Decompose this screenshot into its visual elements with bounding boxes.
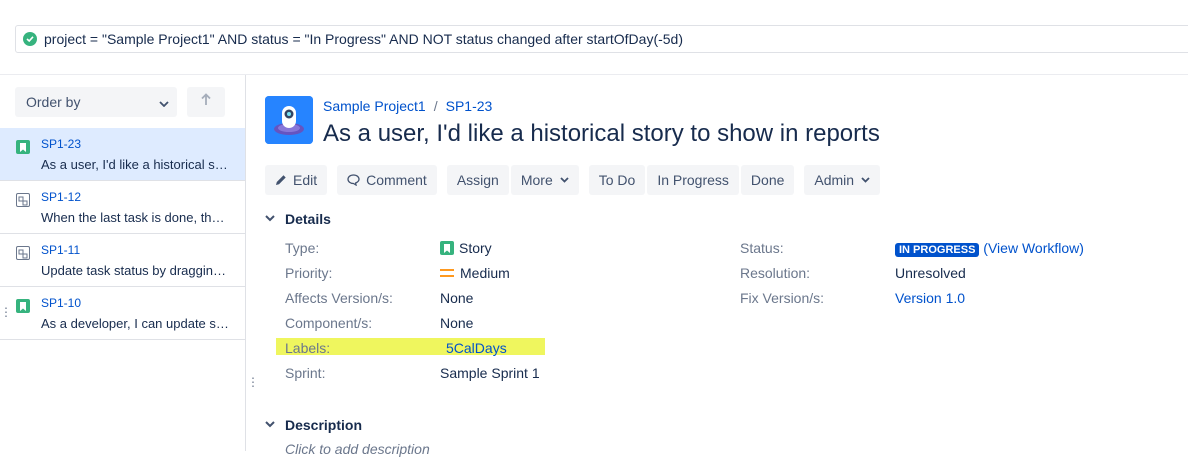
component-label: Component/s: [285,315,373,331]
valid-check-icon [23,32,37,46]
fix-version-link[interactable]: Version 1.0 [895,290,965,306]
panel-divider [245,75,246,451]
issue-key-link[interactable]: SP1-10 [41,296,81,310]
sprint-value: Sample Sprint 1 [440,365,540,381]
story-icon [16,299,30,313]
in-progress-transition-button[interactable]: In Progress [647,165,739,195]
admin-button[interactable]: Admin [804,165,881,195]
edit-button[interactable]: Edit [265,165,328,195]
list-item[interactable]: SP1-23 As a user, I'd like a historical … [0,128,245,181]
affects-version-label: Affects Version/s: [285,290,393,306]
page-title[interactable]: As a user, I'd like a historical story t… [323,120,880,148]
breadcrumb-separator: / [433,98,438,114]
issue-summary: As a user, I'd like a historical story t… [41,157,231,172]
issue-summary: As a developer, I can update story and t… [41,316,231,331]
status-value: IN PROGRESS (View Workflow) [895,240,1084,257]
type-label: Type: [285,240,320,256]
sort-direction-button[interactable] [187,87,225,117]
breadcrumb: Sample Project1 / SP1-23 [323,98,492,114]
type-value-text: Story [459,240,492,256]
project-avatar[interactable] [265,96,313,144]
status-label: Status: [740,240,784,256]
sprint-label: Sprint: [285,365,326,381]
chevron-down-icon [560,177,569,183]
comment-button[interactable]: Comment [337,165,437,195]
issue-key-link[interactable]: SP1-12 [41,190,81,204]
subtask-icon [16,246,30,260]
issue-key-link[interactable]: SP1-23 [41,137,81,151]
done-transition-button[interactable]: Done [740,165,795,195]
view-workflow-link[interactable]: (View Workflow) [983,240,1084,256]
comment-label: Comment [366,172,427,188]
details-heading: Details [285,211,331,227]
issue-list-panel: Order by SP1-23 As a user, I'd like a hi… [0,75,245,451]
breadcrumb-project-link[interactable]: Sample Project1 [323,98,426,114]
issue-list: SP1-23 As a user, I'd like a historical … [0,128,245,340]
resize-handle-icon[interactable]: ⋮ [0,306,12,318]
issue-key-link[interactable]: SP1-11 [41,243,80,257]
issue-summary: When the last task is done, the story ca… [41,210,231,225]
priority-label: Priority: [285,265,333,281]
chevron-down-icon [159,94,169,110]
edit-label: Edit [293,172,318,188]
list-item[interactable]: SP1-12 When the last task is done, the s… [0,181,245,234]
admin-label: Admin [814,172,855,188]
pencil-icon [275,174,287,186]
status-badge: IN PROGRESS [895,243,980,257]
jql-query-text[interactable]: project = "Sample Project1" AND status =… [44,31,683,47]
issue-toolbar: Edit Comment Assign More To Do In Progre… [265,165,890,195]
priority-value: Medium [440,265,510,281]
chevron-down-icon [265,420,279,431]
priority-value-text: Medium [460,265,510,281]
details-section-toggle[interactable]: Details [265,211,331,227]
resolution-value: Unresolved [895,265,966,281]
todo-transition-button[interactable]: To Do [588,165,646,195]
description-placeholder[interactable]: Click to add description [285,441,430,457]
type-value: Story [440,240,492,256]
order-by-label: Order by [26,94,81,110]
priority-medium-icon [440,268,454,278]
labels-label: Labels: [285,340,331,356]
assign-button[interactable]: Assign [446,165,509,195]
chevron-down-icon [861,177,870,183]
fix-version-label: Fix Version/s: [740,290,825,306]
story-icon [440,241,454,255]
breadcrumb-issue-link[interactable]: SP1-23 [446,98,493,114]
order-by-dropdown[interactable]: Order by [15,87,177,117]
list-item[interactable]: SP1-10 As a developer, I can update stor… [0,287,245,340]
arrow-up-icon [201,93,211,111]
resize-handle-icon[interactable]: ⋮ [247,376,259,388]
component-value: None [440,315,474,331]
chevron-down-icon [265,214,279,225]
label-tag-link[interactable]: 5CalDays [446,340,507,356]
list-item[interactable]: SP1-11 Update task status by dragging an… [0,234,245,287]
description-heading: Description [285,417,363,433]
affects-version-value: None [440,290,474,306]
more-button[interactable]: More [510,165,579,195]
issue-summary: Update task status by dragging and dropp… [41,263,231,278]
story-icon [16,140,30,154]
description-section-toggle[interactable]: Description [265,417,362,433]
jql-search-bar[interactable]: project = "Sample Project1" AND status =… [15,25,1188,53]
comment-icon [347,174,360,186]
more-label: More [520,172,553,188]
resolution-label: Resolution: [740,265,811,281]
subtask-icon [16,193,30,207]
